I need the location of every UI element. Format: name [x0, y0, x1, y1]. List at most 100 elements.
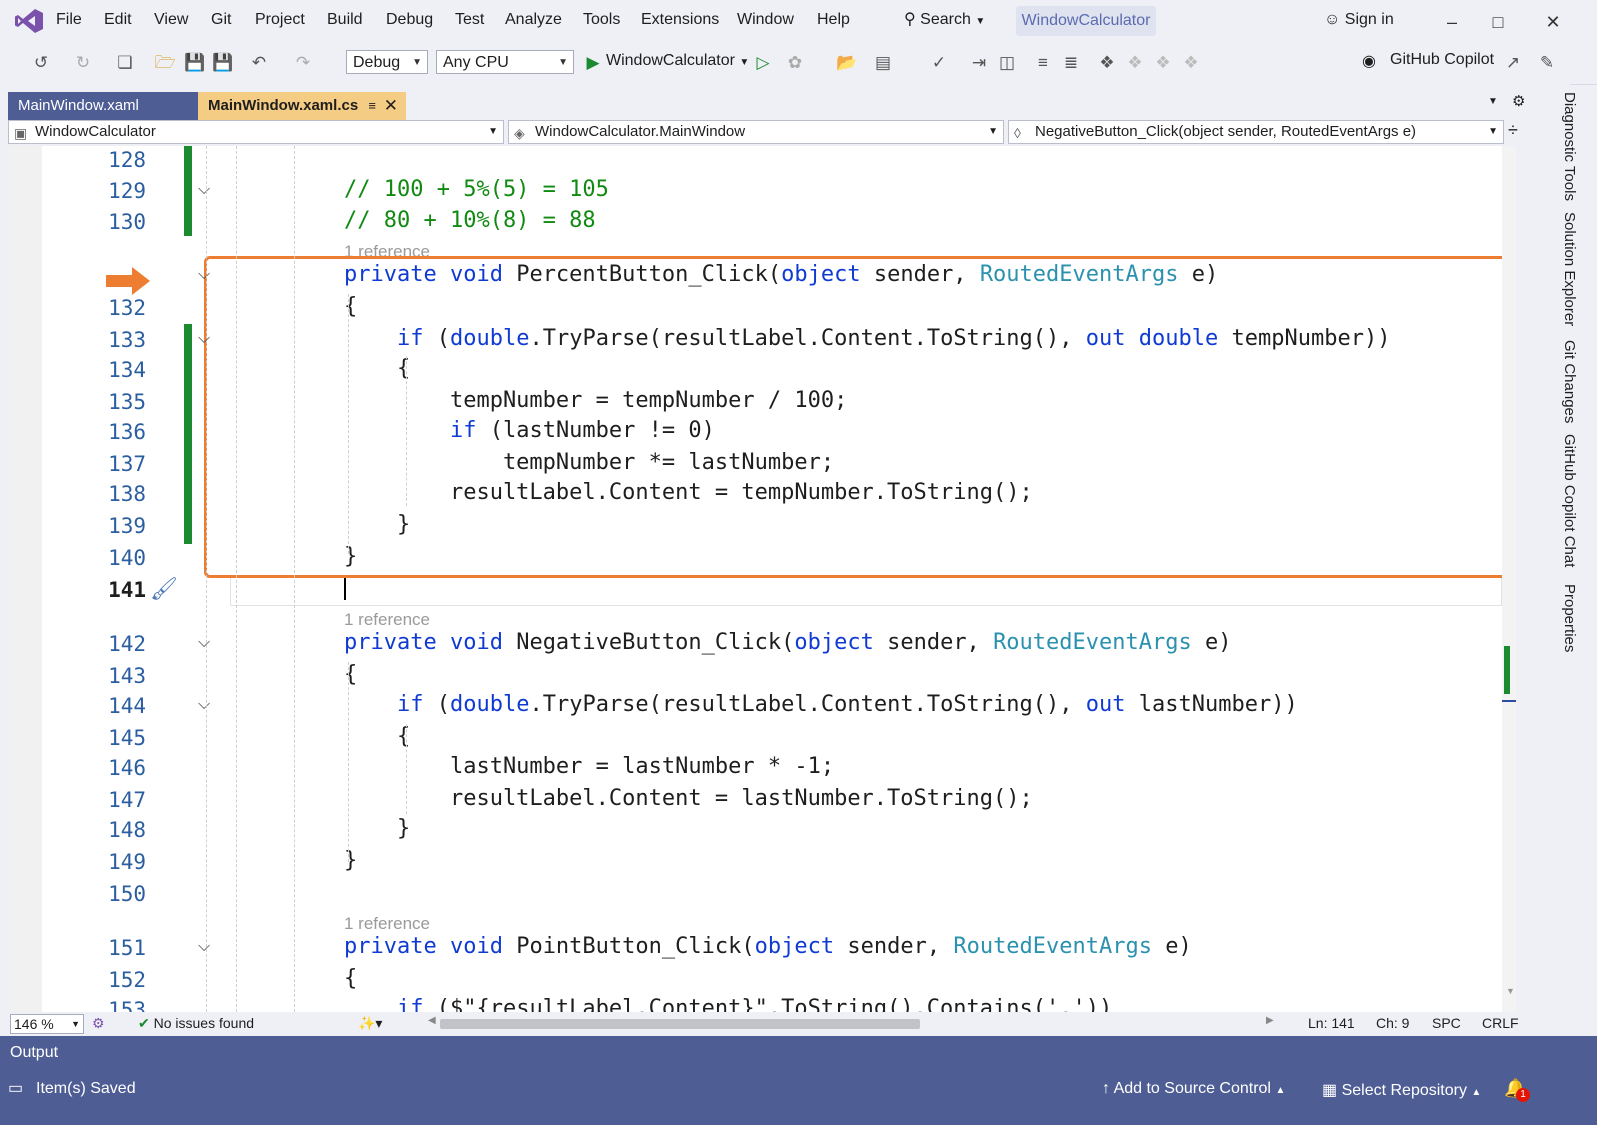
solution-name[interactable]: WindowCalculator — [1016, 6, 1156, 36]
add-to-source-control-button[interactable]: ↑ Add to Source Control ▲ — [1102, 1080, 1285, 1098]
collapse-chevron-icon[interactable]: ⌵ — [198, 938, 210, 956]
code-line[interactable]: { — [344, 724, 410, 749]
outdent-icon[interactable]: ≣ — [1060, 52, 1082, 74]
clear-bookmarks-icon[interactable]: ❖ — [1180, 52, 1202, 74]
new-project-icon[interactable]: ❏ — [114, 52, 136, 74]
tab-overflow-icon[interactable]: ▼ — [1488, 96, 1498, 107]
save-all-icon[interactable]: 💾 — [212, 52, 234, 74]
code-line[interactable]: resultLabel.Content = lastNumber.ToStrin… — [344, 786, 1033, 811]
horizontal-scrollbar[interactable] — [440, 1019, 920, 1029]
visual-studio-logo-icon[interactable] — [14, 8, 44, 34]
code-line[interactable]: } — [344, 816, 410, 841]
code-line[interactable]: // 100 + 5%(5) = 105 — [344, 177, 609, 202]
start-debugging-button[interactable]: WindowCalculator ▼ — [606, 52, 749, 70]
select-repository-button[interactable]: ▦ Select Repository ▲ — [1322, 1080, 1481, 1100]
scroll-left-icon[interactable]: ◀ — [428, 1015, 436, 1026]
collapse-chevron-icon[interactable]: ⌵ — [198, 634, 210, 652]
back-icon[interactable]: ↺ — [30, 52, 52, 74]
platform-select[interactable]: Any CPU ▼ — [436, 50, 574, 74]
search-box[interactable]: ⚲ Search ▼ — [904, 9, 985, 29]
scroll-down-icon[interactable]: ▼ — [1506, 986, 1515, 996]
line-number-indicator[interactable]: Ln: 141 — [1308, 1015, 1355, 1031]
solution-explorer-icon[interactable]: 📂 — [836, 52, 858, 74]
code-editor[interactable]: // 100 + 5%(5) = 105 // 80 + 10%(8) = 88 1… — [8, 146, 1516, 1012]
sign-in-button[interactable]: ☺ Sign in — [1324, 11, 1394, 29]
start-debugging-icon[interactable]: ▶ — [582, 52, 604, 74]
prev-bookmark-icon[interactable]: ❖ — [1124, 52, 1146, 74]
tab-mainwindow-xaml-cs[interactable]: MainWindow.xaml.cs ≡ ✕ — [198, 92, 406, 120]
dock-tab-github-copilot-chat[interactable]: GitHub Copilot Chat — [1540, 434, 1578, 567]
menu-test[interactable]: Test — [455, 11, 484, 29]
menu-window[interactable]: Window — [737, 11, 794, 29]
feedback-icon[interactable]: ✎ — [1536, 52, 1558, 74]
dock-tab-solution-explorer[interactable]: Solution Explorer — [1540, 212, 1578, 326]
scroll-right-icon[interactable]: ▶ — [1266, 1015, 1274, 1026]
share-icon[interactable]: ↗ — [1502, 52, 1524, 74]
close-window-button[interactable]: ✕ — [1536, 8, 1570, 36]
settings-gear-icon[interactable]: ⚙ — [1512, 92, 1525, 110]
project-dropdown[interactable]: ▣ WindowCalculator ▼ — [8, 120, 504, 144]
collapse-chevron-icon[interactable]: ⌵ — [198, 330, 210, 348]
spell-check-icon[interactable]: ✓ — [928, 52, 950, 74]
hot-reload-icon[interactable]: ✿ — [784, 52, 806, 74]
code-line[interactable]: { — [344, 662, 357, 687]
collapse-chevron-icon[interactable]: ⌵ — [198, 266, 210, 284]
dock-tab-properties[interactable]: Properties — [1540, 584, 1578, 652]
save-icon[interactable]: 💾 — [184, 52, 206, 74]
collapse-chevron-icon[interactable]: ⌵ — [198, 181, 210, 199]
menu-analyze[interactable]: Analyze — [505, 11, 562, 29]
type-dropdown[interactable]: ◈ WindowCalculator.MainWindow ▼ — [508, 120, 1004, 144]
redo-icon[interactable]: ↷ — [292, 52, 314, 74]
vertical-scrollbar[interactable]: ▼ — [1502, 146, 1516, 1012]
indent-icon[interactable]: ≡ — [1032, 52, 1054, 74]
menu-git[interactable]: Git — [211, 11, 231, 29]
open-folder-icon[interactable]: 🗁 — [154, 52, 176, 74]
column-indicator[interactable]: Ch: 9 — [1376, 1015, 1409, 1031]
menu-project[interactable]: Project — [255, 11, 305, 29]
code-line[interactable]: private void NegativeButton_Click(object… — [344, 630, 1232, 655]
zoom-select[interactable]: 146 % ▼ — [10, 1014, 84, 1034]
layout-icon[interactable]: ▤ — [872, 52, 894, 74]
step-into-icon[interactable]: ⇥ — [968, 52, 990, 74]
quick-actions-icon[interactable]: 🖌 — [150, 576, 178, 602]
code-line[interactable]: // 80 + 10%(8) = 88 — [344, 208, 596, 233]
menu-edit[interactable]: Edit — [104, 11, 132, 29]
code-line[interactable]: private void PointButton_Click(object se… — [344, 934, 1192, 959]
menu-extensions[interactable]: Extensions — [641, 11, 719, 29]
breakpoints-icon[interactable]: ◫ — [996, 52, 1018, 74]
bookmark-icon[interactable]: ❖ — [1096, 52, 1118, 74]
minimize-button[interactable]: – — [1435, 8, 1469, 36]
code-line[interactable]: if ($"{resultLabel.Content}".ToString().… — [344, 996, 1112, 1012]
issues-indicator[interactable]: ✔ No issues found — [138, 1015, 254, 1032]
undo-icon[interactable]: ↶ — [248, 52, 270, 74]
tab-mainwindow-xaml[interactable]: MainWindow.xaml — [8, 92, 198, 120]
dock-tab-git-changes[interactable]: Git Changes — [1540, 340, 1578, 423]
pin-icon[interactable]: ≡ — [368, 92, 376, 120]
codelens-references[interactable]: 1 reference — [344, 610, 430, 630]
member-dropdown[interactable]: ◊ NegativeButton_Click(object sender, Ro… — [1008, 120, 1504, 144]
configuration-select[interactable]: Debug ▼ — [346, 50, 428, 74]
next-bookmark-icon[interactable]: ❖ — [1152, 52, 1174, 74]
start-without-debugging-icon[interactable]: ▷ — [752, 52, 774, 74]
whitespace-indicator[interactable]: SPC — [1432, 1015, 1461, 1031]
forward-icon[interactable]: ↻ — [72, 52, 94, 74]
menu-view[interactable]: View — [154, 11, 188, 29]
dock-tab-diagnostic-tools[interactable]: Diagnostic Tools — [1540, 92, 1578, 201]
split-window-icon[interactable]: ÷ — [1508, 120, 1518, 141]
cleanup-icon[interactable]: ✨▾ — [358, 1015, 382, 1032]
code-line[interactable]: } — [344, 848, 357, 873]
github-copilot-button[interactable]: ◉ GitHub Copilot — [1362, 51, 1494, 70]
line-ending-indicator[interactable]: CRLF — [1482, 1015, 1519, 1031]
code-health-icon[interactable]: ⚙ — [92, 1015, 105, 1032]
menu-file[interactable]: File — [56, 11, 82, 29]
code-line[interactable]: lastNumber = lastNumber * -1; — [344, 754, 834, 779]
menu-debug[interactable]: Debug — [386, 11, 433, 29]
code-line[interactable]: if (double.TryParse(resultLabel.Content.… — [344, 692, 1298, 717]
close-icon[interactable]: ✕ — [384, 92, 398, 120]
codelens-references[interactable]: 1 reference — [344, 914, 430, 934]
maximize-button[interactable]: □ — [1481, 8, 1515, 36]
menu-build[interactable]: Build — [327, 11, 363, 29]
menu-tools[interactable]: Tools — [583, 11, 620, 29]
code-line[interactable]: { — [344, 966, 357, 991]
output-tab[interactable]: Output — [10, 1044, 58, 1062]
